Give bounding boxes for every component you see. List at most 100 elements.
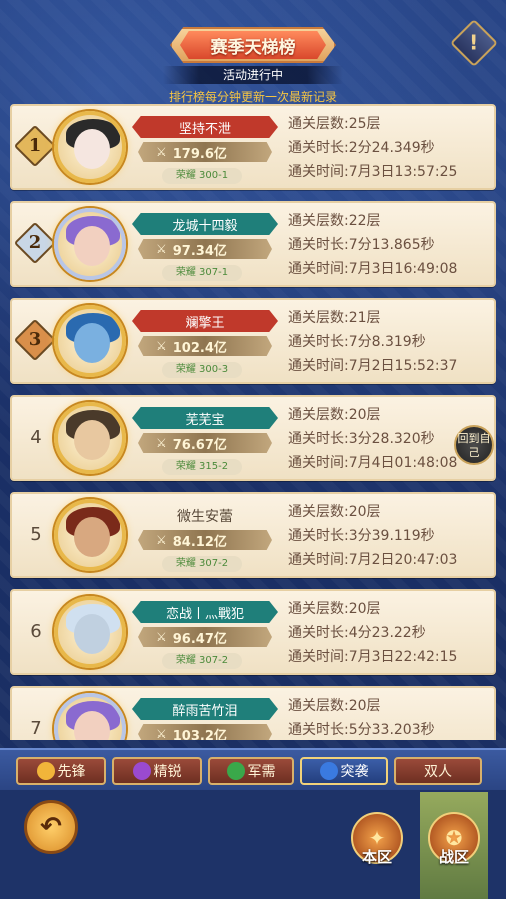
clear-stats: 通关层数:20层 通关时长:5分33.203秒: [288, 694, 494, 740]
server-badge: 荣耀 307-1: [162, 265, 242, 281]
combat-power: ⚔ 84.12亿: [138, 530, 272, 550]
zone-battle-label: 战区: [438, 848, 469, 866]
rank-badge: 1: [13, 124, 57, 168]
rank-number: 6: [30, 621, 42, 642]
crossed-swords-icon: ⚔: [156, 242, 167, 256]
rank-number: 3: [28, 329, 42, 350]
tab-duo[interactable]: 双人: [394, 757, 482, 785]
crossed-swords-icon: ⚔: [156, 339, 167, 353]
info-button[interactable]: !: [449, 18, 499, 68]
player-name: 恋战丨灬戰犯: [132, 601, 278, 623]
leaf-icon: [226, 762, 245, 780]
crossed-swords-icon: ⚔: [156, 630, 167, 644]
avatar[interactable]: [54, 693, 126, 740]
ranking-row[interactable]: 7 醉雨苦竹泪 ⚔103.2亿 荣耀 307-2 通关层数:20层 通关时长:5…: [10, 686, 496, 740]
avatar[interactable]: [54, 208, 126, 280]
clear-stats: 通关层数:22层 通关时长:7分13.865秒 通关时间:7月3日16:49:0…: [288, 209, 494, 281]
clear-stats: 通关层数:20层 通关时长:4分23.22秒 通关时间:7月3日22:42:15: [288, 597, 494, 669]
power-value: 76.67亿: [172, 437, 227, 453]
avatar-face: [74, 323, 110, 363]
player-name: 斓擎王: [132, 310, 278, 332]
power-value: 97.34亿: [172, 243, 227, 259]
clear-time: 通关时间:7月3日22:42:15: [288, 649, 458, 665]
clear-stats: 通关层数:25层 通关时长:2分24.349秒 通关时间:7月3日13:57:2…: [288, 112, 494, 184]
floors-cleared: 通关层数:20层: [288, 407, 381, 423]
ranking-list[interactable]: 1 坚持不泄 ⚔ 179.6亿 荣耀 300-1 通关层数:25层 通关时长:2分…: [10, 104, 496, 740]
server-badge: 荣耀 307-2: [162, 653, 242, 669]
clear-stats: 通关层数:20层 通关时长:3分39.119秒 通关时间:7月2日20:47:0…: [288, 500, 494, 572]
floors-cleared: 通关层数:21层: [288, 310, 381, 326]
rank-number: 1: [28, 135, 42, 156]
clear-stats: 通关层数:21层 通关时长:7分8.319秒 通关时间:7月2日15:52:37: [288, 306, 494, 378]
crossed-swords-icon: ⚔: [156, 533, 167, 547]
avatar[interactable]: [54, 596, 126, 668]
combat-power: ⚔ 96.47亿: [138, 627, 272, 647]
avatar-face: [74, 129, 110, 169]
server-badge: 荣耀 300-1: [162, 168, 242, 184]
clear-time: 通关时间:7月2日15:52:37: [288, 358, 458, 374]
rank-number: 7: [30, 718, 42, 739]
clear-duration: 通关时长:4分23.22秒: [288, 625, 426, 641]
clear-duration: 通关时长:2分24.349秒: [288, 140, 435, 156]
crossed-swords-icon: ⚔: [156, 436, 167, 450]
zone-local-label: 本区: [361, 848, 392, 866]
warning-icon: !: [469, 31, 479, 55]
category-tabbar: 先锋 精锐 军需 突袭 双人: [0, 748, 506, 790]
crossed-swords-icon: ⚔: [156, 145, 167, 159]
combat-power: ⚔ 97.34亿: [138, 239, 272, 259]
ranking-row[interactable]: 5 微生安蕾 ⚔ 84.12亿 荣耀 307-2 通关层数:20层 通关时长:3分…: [10, 492, 496, 578]
rank-badge: 2: [13, 221, 57, 265]
player-name: 醉雨苦竹泪: [132, 698, 278, 720]
shield-icon: [36, 762, 55, 780]
clear-time: 通关时间:7月3日16:49:08: [288, 261, 458, 277]
rank-number: 4: [30, 427, 42, 448]
back-button[interactable]: ↶: [24, 800, 78, 854]
tab-label: 突袭: [340, 764, 369, 780]
floors-cleared: 通关层数:20层: [288, 698, 381, 714]
server-badge: 荣耀 307-2: [162, 556, 242, 572]
clear-time: 通关时间:7月3日13:57:25: [288, 164, 458, 180]
tab-label: 精锐: [153, 764, 182, 780]
clear-duration: 通关时长:7分8.319秒: [288, 334, 426, 350]
rank-number: 2: [28, 232, 42, 253]
server-badge: 荣耀 315-2: [162, 459, 242, 475]
clear-duration: 通关时长:3分39.119秒: [288, 528, 435, 544]
ranking-row[interactable]: 2 龙城十四毅 ⚔ 97.34亿 荣耀 307-1 通关层数:22层 通关时长:7…: [10, 201, 496, 287]
avatar-face: [74, 420, 110, 460]
ranking-row[interactable]: 4 芜芜宝 ⚔ 76.67亿 荣耀 315-2 通关层数:20层 通关时长:3分2…: [10, 395, 496, 481]
ranking-row[interactable]: 3 斓擎王 ⚔ 102.4亿 荣耀 300-3 通关层数:21层 通关时长:7分8…: [10, 298, 496, 384]
tab-elite[interactable]: 精锐: [112, 757, 202, 785]
power-value: 96.47亿: [172, 631, 227, 647]
ranking-row[interactable]: 1 坚持不泄 ⚔ 179.6亿 荣耀 300-1 通关层数:25层 通关时长:2分…: [10, 104, 496, 190]
power-value: 84.12亿: [172, 534, 227, 550]
combat-power: ⚔ 102.4亿: [138, 336, 272, 356]
avatar[interactable]: [54, 402, 126, 474]
avatar[interactable]: [54, 111, 126, 183]
update-notice: 排行榜每分钟更新一次最新记录: [168, 90, 337, 104]
player-name: 芜芜宝: [132, 407, 278, 429]
player-name: 坚持不泄: [132, 116, 278, 138]
floors-cleared: 通关层数:25层: [288, 116, 381, 132]
tab-raid[interactable]: 突袭: [300, 757, 388, 785]
clear-duration: 通关时长:7分13.865秒: [288, 237, 435, 253]
avatar[interactable]: [54, 499, 126, 571]
tab-vanguard[interactable]: 先锋: [16, 757, 106, 785]
swirl-icon: [132, 762, 151, 780]
player-name: 龙城十四毅: [132, 213, 278, 235]
orb-icon: [319, 762, 338, 780]
event-status: 活动进行中: [163, 66, 343, 84]
floors-cleared: 通关层数:22层: [288, 213, 381, 229]
rank-badge: 3: [13, 318, 57, 362]
tab-label: 先锋: [57, 764, 86, 780]
avatar[interactable]: [54, 305, 126, 377]
clear-time: 通关时间:7月2日20:47:03: [288, 552, 458, 568]
tab-supply[interactable]: 军需: [208, 757, 294, 785]
power-value: 103.2亿: [172, 728, 227, 741]
floors-cleared: 通关层数:20层: [288, 504, 381, 520]
avatar-face: [74, 614, 110, 654]
ranking-row[interactable]: 6 恋战丨灬戰犯 ⚔ 96.47亿 荣耀 307-2 通关层数:20层 通关时长:…: [10, 589, 496, 675]
crossed-swords-icon: ⚔: [156, 727, 167, 740]
server-badge: 荣耀 300-3: [162, 362, 242, 378]
rank-number: 5: [30, 524, 42, 545]
back-to-self-button[interactable]: 回到自己: [454, 425, 494, 465]
